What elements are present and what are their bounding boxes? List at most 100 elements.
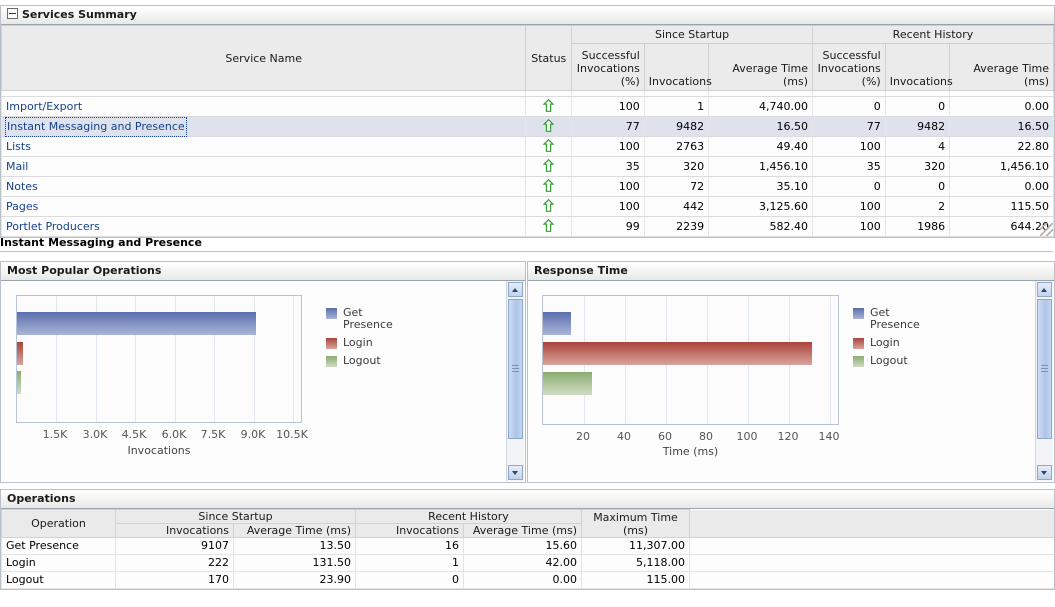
most-popular-operations-panel: Most Popular Operations Get Presence Login… xyxy=(0,261,526,483)
cell-rh-success-pct: 0 xyxy=(812,96,886,117)
cell-service-name[interactable]: Instant Messaging and Presence xyxy=(0,116,527,137)
legend-item[interactable]: Get Presence xyxy=(853,307,920,331)
service-link[interactable]: Portlet Producers xyxy=(6,220,100,233)
cell-rh-success-pct: 100 xyxy=(812,136,886,157)
table-row[interactable]: Get Presence 9107 13.50 16 15.60 11,307.00 xyxy=(1,537,1054,555)
service-link[interactable]: Instant Messaging and Presence xyxy=(5,117,187,137)
cell-ss-success-pct: 100 xyxy=(571,96,645,117)
plot-area-response xyxy=(542,295,839,425)
vertical-scrollbar-popular[interactable] xyxy=(506,281,524,481)
minus-box-icon[interactable] xyxy=(7,8,18,19)
services-summary-header[interactable]: Services Summary xyxy=(1,6,1054,25)
cell-operation: Get Presence xyxy=(1,537,116,555)
cell-rh-invocations: 16 xyxy=(355,537,464,555)
legend-label: Login xyxy=(870,336,900,349)
table-row[interactable]: Pages 100 442 3,125.60 100 2 115.50 xyxy=(0,196,1054,217)
col-ss-invocations[interactable]: Invocations xyxy=(643,43,712,91)
col-ss-avg-time[interactable]: Average Time (ms) xyxy=(233,523,356,538)
scrollbar-thumb[interactable] xyxy=(508,299,523,439)
chart-bar[interactable] xyxy=(543,372,592,395)
legend-item[interactable]: Login xyxy=(326,337,393,349)
chart-bar[interactable] xyxy=(17,342,23,365)
table-row[interactable]: Import/Export 100 1 4,740.00 0 0 0.00 xyxy=(0,96,1054,117)
legend-item[interactable]: Login xyxy=(853,337,920,349)
service-link[interactable]: Notes xyxy=(6,180,38,193)
service-link[interactable]: Pages xyxy=(6,200,38,213)
table-row[interactable]: Mail 35 320 1,456.10 35 320 1,456.10 xyxy=(0,156,1054,177)
col-rh-avg-time[interactable]: Average Time (ms) xyxy=(463,523,582,538)
scroll-down-icon[interactable] xyxy=(1037,465,1052,480)
legend-item[interactable]: Logout xyxy=(326,355,393,367)
col-rh-success-pct[interactable]: Successful Invocations (%) xyxy=(812,43,886,91)
col-status[interactable]: Status xyxy=(525,25,573,91)
cell-rh-success-pct: 100 xyxy=(812,216,886,237)
cell-service-name[interactable]: Pages xyxy=(0,196,527,217)
services-summary-table: Service Name Status Since Startup Recent… xyxy=(0,25,1054,237)
legend-swatch-icon xyxy=(326,356,337,367)
legend-item[interactable]: Logout xyxy=(853,355,920,367)
cell-rh-success-pct: 0 xyxy=(812,176,886,197)
col-operation[interactable]: Operation xyxy=(1,509,116,538)
legend-swatch-icon xyxy=(853,338,864,349)
col-ss-success-pct[interactable]: Successful Invocations (%) xyxy=(571,43,645,91)
operations-header: Operations xyxy=(1,490,1054,509)
cell-rh-invocations: 1986 xyxy=(884,216,951,237)
scroll-down-icon[interactable] xyxy=(508,465,523,480)
cell-maximum-time: 5,118.00 xyxy=(581,554,690,572)
table-row[interactable]: Instant Messaging and Presence 77 9482 16.5… xyxy=(0,116,1054,137)
chart-bar[interactable] xyxy=(17,312,256,335)
service-link[interactable]: Lists xyxy=(6,140,31,153)
x-axis-tick-label: 20 xyxy=(576,430,590,443)
table-body: Get Presence 9107 13.50 16 15.60 11,307.00 Log… xyxy=(1,537,1054,589)
col-rh-invocations[interactable]: Invocations xyxy=(884,43,953,91)
cell-service-name[interactable]: Portlet Producers xyxy=(0,216,527,237)
service-link[interactable]: Import/Export xyxy=(6,100,82,113)
table-row[interactable]: Logout 170 23.90 0 0.00 115.00 xyxy=(1,571,1054,589)
legend-label: Get Presence xyxy=(343,306,393,331)
table-row[interactable]: Notes 100 72 35.10 0 0 0.00 xyxy=(0,176,1054,197)
services-summary-panel: Services Summary Service Name Status Sin… xyxy=(0,5,1055,238)
cell-rh-avg-time: 115.50 xyxy=(949,196,1054,217)
cell-maximum-time: 115.00 xyxy=(581,571,690,589)
cell-rh-avg-time: 0.00 xyxy=(463,571,582,589)
cell-rh-avg-time: 1,456.10 xyxy=(949,156,1054,177)
status-up-arrow-icon xyxy=(543,159,555,172)
col-maximum-time[interactable]: Maximum Time (ms) xyxy=(581,509,690,538)
legend-item[interactable]: Get Presence xyxy=(326,307,393,331)
cell-service-name[interactable]: Import/Export xyxy=(0,96,527,117)
cell-service-name[interactable]: Lists xyxy=(0,136,527,157)
legend-swatch-icon xyxy=(853,308,864,319)
x-axis-tick-label: 120 xyxy=(777,430,799,443)
table-row[interactable]: Portlet Producers 99 2239 582.40 100 1986 644.… xyxy=(0,216,1054,237)
chart-bar[interactable] xyxy=(17,371,21,394)
cell-ss-invocations: 9482 xyxy=(643,116,710,137)
table-row[interactable]: Lists 100 2763 49.40 100 4 22.80 xyxy=(0,136,1054,157)
col-rh-avg-time[interactable]: Average Time (ms) xyxy=(949,43,1054,91)
chart-bar[interactable] xyxy=(543,312,571,335)
x-axis-tick-label: 140 xyxy=(818,430,840,443)
scrollbar-thumb[interactable] xyxy=(1037,299,1052,439)
table-row[interactable]: Login 222 131.50 1 42.00 5,118.00 xyxy=(1,554,1054,572)
x-axis-tick-label: 100 xyxy=(736,430,758,443)
operations-table: Operation Since Startup Recent History M… xyxy=(1,509,1054,589)
cell-rh-invocations: 0 xyxy=(884,176,951,197)
cell-service-name[interactable]: Mail xyxy=(0,156,527,177)
colgroup-since-startup: Since Startup xyxy=(571,25,814,44)
service-link[interactable]: Mail xyxy=(6,160,28,173)
vertical-scrollbar-response[interactable] xyxy=(1035,281,1053,481)
col-rh-invocations[interactable]: Invocations xyxy=(355,523,464,538)
cell-ss-avg-time: 16.50 xyxy=(708,116,814,137)
chart-bar[interactable] xyxy=(543,342,812,365)
col-service-name[interactable]: Service Name xyxy=(0,25,527,91)
cell-ss-success-pct: 100 xyxy=(571,176,645,197)
cell-ss-avg-time: 582.40 xyxy=(708,216,814,237)
cell-rh-invocations: 9482 xyxy=(884,116,951,137)
col-ss-avg-time[interactable]: Average Time (ms) xyxy=(708,43,814,91)
scroll-up-icon[interactable] xyxy=(508,282,523,297)
cell-service-name[interactable]: Notes xyxy=(0,176,527,197)
cell-ss-invocations: 442 xyxy=(643,196,710,217)
table-header: Operation Since Startup Recent History M… xyxy=(1,509,1054,538)
col-ss-invocations[interactable]: Invocations xyxy=(115,523,234,538)
legend-swatch-icon xyxy=(326,338,337,349)
scroll-up-icon[interactable] xyxy=(1037,282,1052,297)
